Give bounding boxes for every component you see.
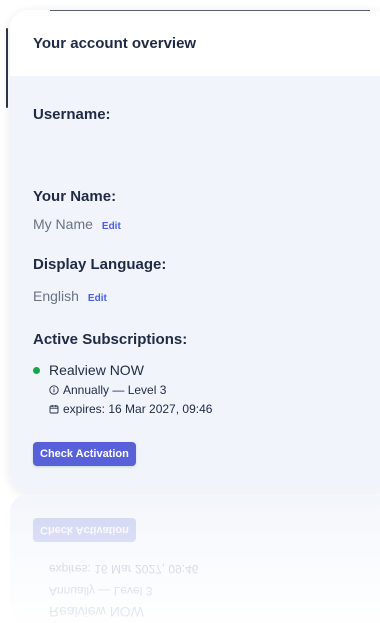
reflection-button: Check Activation	[33, 518, 136, 542]
reflection-expiry: expires: 16 Mar 2027, 09:46	[49, 562, 199, 576]
subscription-plan-row: Annually — Level 3	[49, 383, 212, 397]
subscription-expiry: expires: 16 Mar 2027, 09:46	[63, 402, 213, 416]
account-page: Your account overview Username: Your Nam…	[0, 0, 380, 623]
subscription-item: Realview NOW Annually — Level 3 expires:…	[33, 362, 212, 416]
language-row: English Edit	[33, 288, 107, 304]
username-label: Username:	[33, 106, 111, 123]
card-header: Your account overview	[10, 10, 380, 76]
language-value: English	[33, 288, 79, 304]
calendar-icon	[49, 404, 59, 414]
status-dot-icon	[33, 366, 40, 374]
subscription-plan: Annually — Level 3	[63, 383, 167, 397]
name-label: Your Name:	[33, 188, 117, 205]
language-label: Display Language:	[33, 256, 167, 273]
subscription-name: Realview NOW	[49, 362, 144, 378]
card-title: Your account overview	[33, 34, 197, 52]
reflection-subscription-name: Realview NOW	[49, 604, 144, 620]
info-circle-icon	[49, 385, 59, 395]
name-value: My Name	[33, 216, 93, 232]
reflection-fade	[10, 494, 380, 623]
left-edge-divider	[6, 28, 8, 108]
reflection-background	[10, 494, 380, 623]
account-overview-card: Your account overview Username: Your Nam…	[10, 10, 380, 492]
card-top-border	[50, 10, 370, 11]
edit-name-link[interactable]: Edit	[102, 221, 121, 232]
edit-language-link[interactable]: Edit	[88, 293, 107, 304]
subscription-name-row: Realview NOW	[33, 362, 212, 378]
subscriptions-label: Active Subscriptions:	[33, 331, 188, 348]
subscription-expiry-row: expires: 16 Mar 2027, 09:46	[49, 402, 212, 416]
name-row: My Name Edit	[33, 216, 121, 232]
card-reflection: Check Activation expires: 16 Mar 2027, 0…	[10, 494, 380, 623]
reflection-plan: Annually — Level 3	[49, 584, 153, 598]
check-activation-button[interactable]: Check Activation	[33, 442, 136, 466]
